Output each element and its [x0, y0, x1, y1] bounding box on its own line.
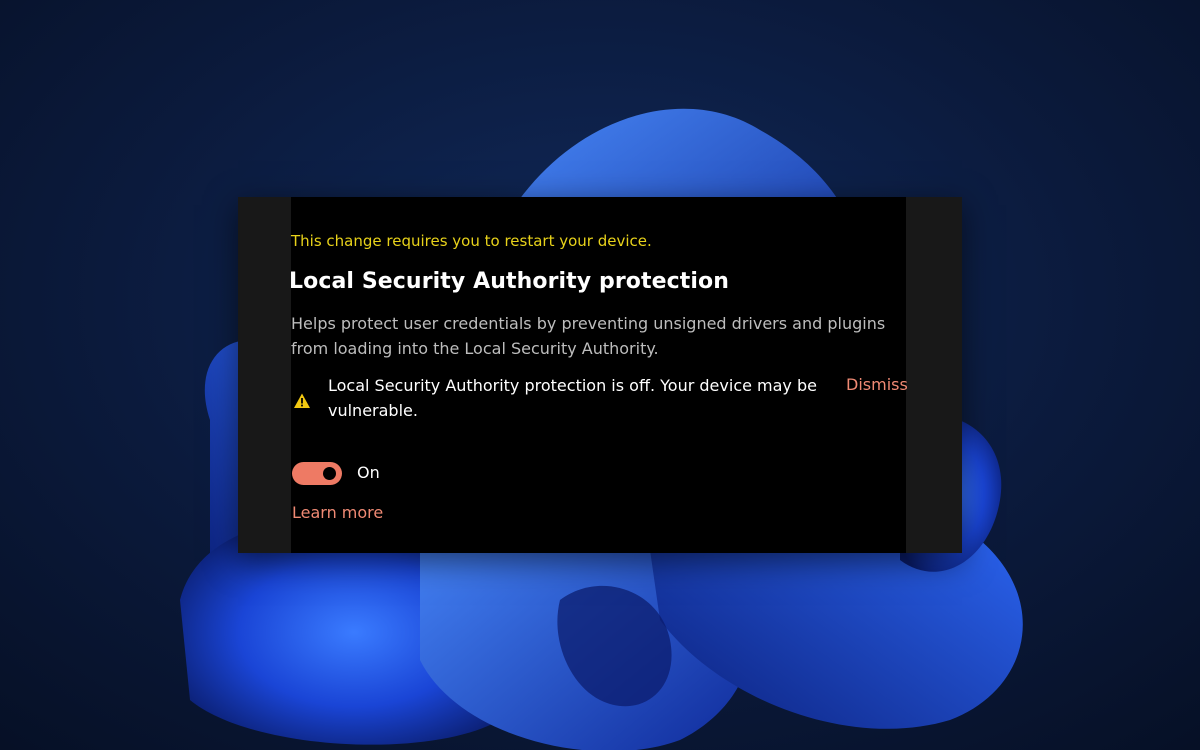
dismiss-link[interactable]: Dismiss — [846, 375, 908, 394]
lsa-protection-panel: This change requires you to restart your… — [238, 197, 962, 553]
panel-right-strip — [906, 197, 962, 553]
setting-title: Local Security Authority protection — [289, 269, 730, 294]
setting-description: Helps protect user credentials by preven… — [291, 314, 886, 358]
toggle-knob — [323, 467, 336, 480]
warning-icon — [294, 393, 310, 408]
restart-required-note: This change requires you to restart your… — [291, 232, 652, 250]
toggle-state-label: On — [357, 463, 380, 482]
learn-more-link[interactable]: Learn more — [292, 503, 383, 522]
panel-left-strip — [238, 197, 291, 553]
warning-message: Local Security Authority protection is o… — [328, 376, 817, 420]
lsa-protection-toggle[interactable] — [292, 462, 342, 485]
